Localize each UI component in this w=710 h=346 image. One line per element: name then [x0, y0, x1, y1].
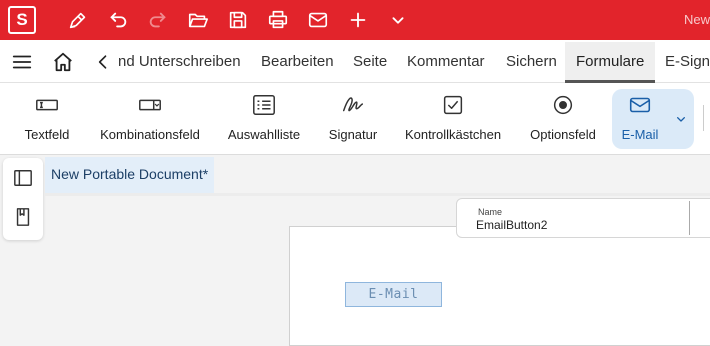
email-form-button-text: E-Mail	[368, 287, 419, 302]
mail-icon	[626, 91, 654, 119]
panel-toggle-icon[interactable]	[12, 167, 34, 189]
name-label: Name	[478, 207, 503, 217]
name-value[interactable]: EmailButton2	[476, 218, 547, 232]
tab-page[interactable]: Seite	[353, 53, 387, 70]
tab-comment[interactable]: Kommentar	[407, 53, 485, 70]
radio-label: Optionsfeld	[530, 127, 596, 142]
chevron-left-icon[interactable]	[91, 50, 115, 74]
signature-icon	[339, 91, 367, 119]
textfield-icon	[33, 91, 61, 119]
email-form-button[interactable]: E-Mail	[345, 282, 442, 307]
combobox-label: Kombinationsfeld	[100, 127, 200, 142]
mail-icon[interactable]	[306, 8, 330, 32]
side-panel	[3, 158, 43, 240]
checkbox-icon	[439, 91, 467, 119]
open-folder-icon[interactable]	[186, 8, 210, 32]
combobox-icon	[136, 91, 164, 119]
app-logo-letter: S	[16, 10, 28, 29]
signature-button[interactable]: Signatur	[324, 89, 382, 149]
menu-bar: nd Unterschreiben Bearbeiten Seite Komme…	[0, 40, 710, 83]
tab-secure[interactable]: Sichern	[506, 53, 557, 70]
email-label: E-Mail	[621, 127, 659, 142]
chevron-down-icon[interactable]	[386, 8, 410, 32]
checkbox-label: Kontrollkästchen	[404, 127, 502, 142]
window-title: New	[684, 12, 710, 27]
listbox-label: Auswahlliste	[227, 127, 301, 142]
field-properties-panel: Name EmailButton2	[456, 198, 710, 238]
document-tab-strip	[45, 193, 710, 196]
combobox-button[interactable]: Kombinationsfeld	[96, 89, 204, 149]
pen-icon[interactable]	[66, 8, 90, 32]
tab-esign[interactable]: E-Sign	[665, 53, 710, 70]
save-icon[interactable]	[226, 8, 250, 32]
redo-icon[interactable]	[146, 8, 170, 32]
tab-forms[interactable]: Formulare	[576, 53, 644, 70]
textfield-label: Textfeld	[24, 127, 70, 142]
tab-edit[interactable]: Bearbeiten	[261, 53, 334, 70]
ribbon-toolbar: Textfeld Kombinationsfeld Auswahlliste S…	[0, 83, 710, 155]
document-tab[interactable]: New Portable Document*	[45, 157, 214, 193]
listbox-icon	[250, 91, 278, 119]
hamburger-menu-icon[interactable]	[10, 50, 34, 74]
radio-button[interactable]: Optionsfeld	[526, 89, 600, 149]
undo-icon[interactable]	[106, 8, 130, 32]
radio-icon	[549, 91, 577, 119]
listbox-button[interactable]: Auswahlliste	[224, 89, 304, 149]
bookmark-icon[interactable]	[12, 206, 34, 228]
textfield-button[interactable]: Textfeld	[14, 89, 80, 149]
app-logo[interactable]: S	[8, 6, 36, 34]
properties-divider	[689, 201, 690, 235]
ribbon-dropdown-button[interactable]	[668, 89, 694, 149]
checkbox-button[interactable]: Kontrollkästchen	[401, 89, 505, 149]
ribbon-separator	[703, 105, 704, 131]
chevron-down-icon	[677, 117, 685, 122]
print-icon[interactable]	[266, 8, 290, 32]
signature-label: Signatur	[328, 127, 378, 142]
title-bar: S New	[0, 0, 710, 40]
email-button[interactable]: E-Mail	[612, 89, 668, 149]
home-icon[interactable]	[51, 50, 75, 74]
tab-sign[interactable]: nd Unterschreiben	[118, 53, 241, 70]
document-tab-title: New Portable Document*	[51, 166, 209, 182]
plus-icon[interactable]	[346, 8, 370, 32]
